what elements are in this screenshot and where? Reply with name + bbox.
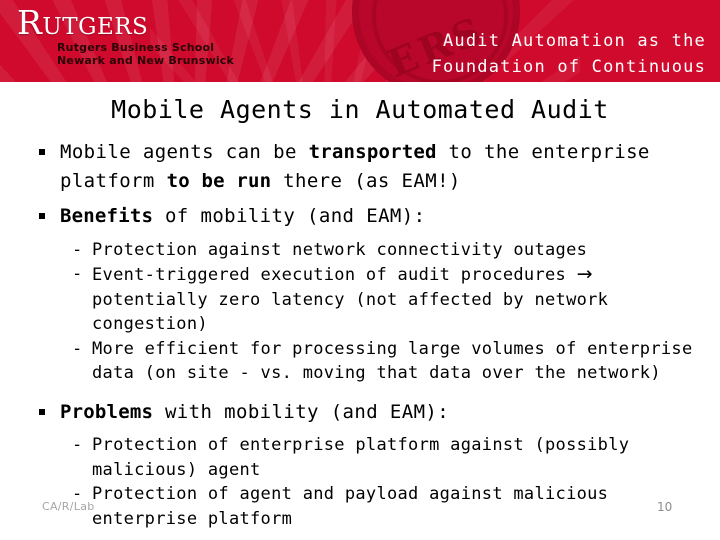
dash-bullet-icon: -: [72, 435, 83, 455]
bullet-text: Protection of enterprise platform agains…: [92, 435, 630, 480]
bullet-text: Event-triggered execution of audit proce…: [92, 265, 577, 285]
bullet-text: there (as EAM!): [271, 169, 461, 192]
bullet-text: of mobility (and EAM):: [153, 205, 426, 227]
lab-footer-label: CA/R/Lab: [42, 500, 95, 513]
bullet-text-emphasis: Problems: [60, 400, 154, 423]
bullet-spacer: [0, 386, 720, 398]
business-school-unit-name: Rutgers Business School Newark and New B…: [57, 41, 234, 67]
bullet-text: More efficient for processing large volu…: [92, 338, 693, 384]
square-bullet-icon: [39, 408, 45, 415]
bullet-text: Mobile agents can be: [60, 141, 309, 163]
dash-bullet-icon: -: [72, 338, 83, 359]
arrow-icon: →: [576, 263, 593, 285]
bullet-item-level-1: Problems with mobility (and EAM):: [0, 398, 720, 427]
presentation-header-title: Audit Automation as the Foundation of Co…: [431, 31, 706, 77]
bullet-text: with mobility (and EAM):: [153, 400, 450, 423]
bullet-text-emphasis: to be run: [166, 169, 272, 192]
square-bullet-icon: [39, 149, 45, 155]
bullet-text: Protection of agent and payload against …: [92, 484, 609, 529]
dash-bullet-icon: -: [72, 264, 83, 284]
unit-name-line-2: Newark and New Brunswick: [57, 54, 235, 67]
bullet-item-level-2: - Protection against network connectivity…: [0, 238, 720, 263]
dash-bullet-icon: -: [72, 239, 83, 260]
bullet-item-level-2: - Event-triggered execution of audit proc…: [0, 262, 720, 337]
slide-page-number: 10: [657, 500, 673, 514]
bullet-text: Protection against network connectivity …: [92, 239, 588, 260]
slide-title: Mobile Agents in Automated Audit: [111, 95, 609, 124]
slide-body-content: Mobile agents can be transported to the …: [0, 138, 720, 540]
square-bullet-icon: [39, 213, 45, 219]
bullet-item-level-2: - Protection of agent and payload against…: [0, 482, 720, 531]
bullet-item-level-1: Mobile agents can be transported to the …: [0, 138, 720, 195]
bullet-text: potentially zero latency (not affected b…: [92, 289, 609, 335]
slide-header-band: ERS Rutgers Rutgers Business School Newa…: [0, 0, 720, 82]
bullet-item-level-2: - More efficient for processing large vol…: [0, 337, 720, 386]
bullet-item-level-2: - Protection of enterprise platform again…: [0, 433, 720, 482]
bullet-text-emphasis: transported: [308, 141, 437, 163]
unit-name-line-1: Rutgers Business School: [57, 41, 215, 54]
bullet-list: Mobile agents can be transported to the …: [0, 138, 720, 531]
rutgers-wordmark-logo: Rutgers: [17, 3, 149, 42]
bullet-text-emphasis: Benefits: [60, 205, 154, 227]
bullet-item-level-1: Benefits of mobility (and EAM):: [0, 202, 720, 231]
